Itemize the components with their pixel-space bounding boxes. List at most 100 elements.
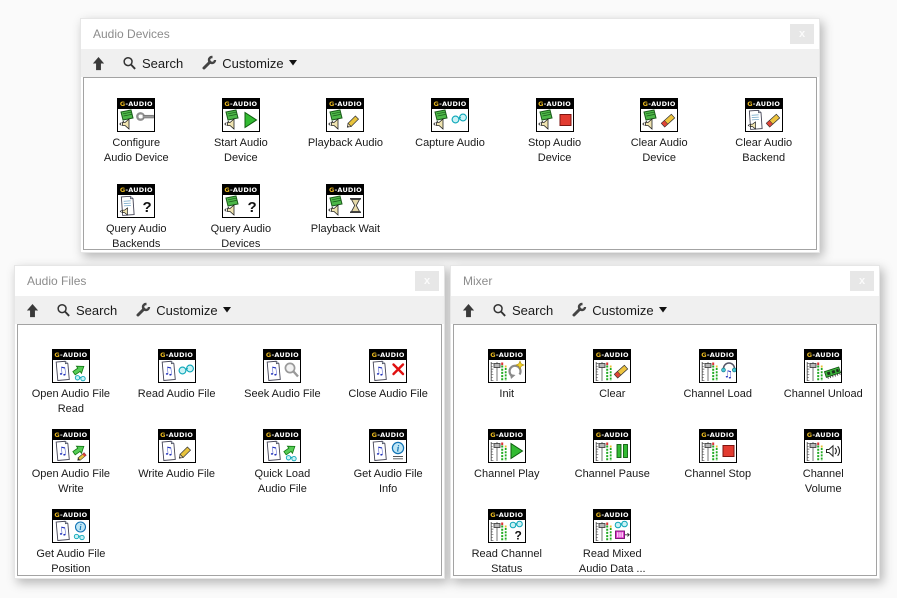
palette-item-get-audio-file-info[interactable]: G-AUDIO♫iGet Audio File Info <box>335 429 441 509</box>
palette-item-configure-audio-device[interactable]: G-AUDIO Configure Audio Device <box>84 98 189 184</box>
up-arrow-icon <box>25 303 40 318</box>
document-eraser-icon: G-AUDIO <box>745 98 783 132</box>
palette-grid: G-AUDIOInitG-AUDIOClearG-AUDIO♫Channel L… <box>454 325 876 576</box>
palette-item-read-channel-status[interactable]: G-AUDIO?Read Channel Status <box>454 509 560 576</box>
palette-item-channel-stop[interactable]: G-AUDIOChannel Stop <box>665 429 771 509</box>
g-audio-banner: G-AUDIO <box>489 430 525 440</box>
palette-item-label: Start Audio Device <box>214 136 268 166</box>
g-audio-banner: G-AUDIO <box>489 510 525 520</box>
file-pencil-icon: G-AUDIO♫ <box>158 429 196 463</box>
wrench-icon <box>571 302 587 318</box>
palette-item-channel-load[interactable]: G-AUDIO♫Channel Load <box>665 349 771 429</box>
palette-item-write-audio-file[interactable]: G-AUDIO♫Write Audio File <box>124 429 230 509</box>
svg-text:?: ? <box>247 199 256 216</box>
svg-text:♫: ♫ <box>374 444 385 458</box>
palette-item-clear[interactable]: G-AUDIOClear <box>560 349 666 429</box>
mixer-ram-icon: G-AUDIO <box>804 349 842 383</box>
close-button[interactable]: x <box>850 271 874 291</box>
mixer-play-icon: G-AUDIO <box>488 429 526 463</box>
file-cross-icon: G-AUDIO♫ <box>369 349 407 383</box>
up-button[interactable] <box>25 303 40 318</box>
palette-item-quick-load-audio-file[interactable]: G-AUDIO♫Quick Load Audio File <box>230 429 336 509</box>
desktop-background: { "icon_banner": "G-AUDIO", "colors": { … <box>0 0 897 598</box>
customize-button[interactable]: Customize <box>201 55 296 71</box>
search-button[interactable]: Search <box>492 303 553 318</box>
wrench-icon <box>201 55 217 71</box>
speaker-wrench-icon: G-AUDIO <box>117 98 155 132</box>
g-audio-banner: G-AUDIO <box>159 430 195 440</box>
palette-window-audio-devices: Audio Devices x Search Customize G-AUDIO… <box>80 18 820 253</box>
g-audio-banner: G-AUDIO <box>118 185 154 195</box>
palette-item-open-audio-file-read[interactable]: G-AUDIO♫Open Audio File Read <box>18 349 124 429</box>
palette-item-playback-wait[interactable]: G-AUDIOPlayback Wait <box>293 184 398 250</box>
customize-button[interactable]: Customize <box>135 302 230 318</box>
up-button[interactable] <box>91 56 106 71</box>
palette-item-clear-audio-device[interactable]: G-AUDIOClear Audio Device <box>607 98 712 184</box>
palette-item-query-audio-backends[interactable]: G-AUDIO? Query Audio Backends <box>84 184 189 250</box>
g-audio-banner: G-AUDIO <box>700 350 736 360</box>
palette-item-playback-audio[interactable]: G-AUDIOPlayback Audio <box>293 98 398 184</box>
palette-item-start-audio-device[interactable]: G-AUDIO Start Audio Device <box>189 98 294 184</box>
g-audio-banner: G-AUDIO <box>264 350 300 360</box>
window-title: Audio Files <box>27 274 415 288</box>
palette-item-capture-audio[interactable]: G-AUDIOCapture Audio <box>398 98 503 184</box>
mixer-volume-icon: G-AUDIO <box>804 429 842 463</box>
palette-item-close-audio-file[interactable]: G-AUDIO♫Close Audio File <box>335 349 441 429</box>
palette-item-get-audio-file-position[interactable]: G-AUDIO♫iGet Audio File Position <box>18 509 124 576</box>
svg-text:?: ? <box>514 529 521 543</box>
svg-text:♫: ♫ <box>268 364 279 378</box>
close-button[interactable]: x <box>415 271 439 291</box>
g-audio-banner: G-AUDIO <box>594 350 630 360</box>
search-button[interactable]: Search <box>122 56 183 71</box>
titlebar[interactable]: Audio Files x <box>15 266 444 296</box>
up-button[interactable] <box>461 303 476 318</box>
magnifier-icon <box>122 56 137 71</box>
window-title: Mixer <box>463 274 850 288</box>
up-arrow-icon <box>91 56 106 71</box>
palette-item-channel-play[interactable]: G-AUDIOChannel Play <box>454 429 560 509</box>
document-question-icon: G-AUDIO? <box>117 184 155 218</box>
titlebar[interactable]: Audio Devices x <box>81 19 819 49</box>
file-arrow-glasses-icon: G-AUDIO♫ <box>263 429 301 463</box>
speaker-question-icon: G-AUDIO? <box>222 184 260 218</box>
search-label: Search <box>142 56 183 71</box>
speaker-play-icon: G-AUDIO <box>222 98 260 132</box>
titlebar[interactable]: Mixer x <box>451 266 879 296</box>
palette-item-label: Seek Audio File <box>244 387 320 402</box>
palette-item-label: Init <box>499 387 514 402</box>
palette-item-open-audio-file-write[interactable]: G-AUDIO♫Open Audio File Write <box>18 429 124 509</box>
g-audio-banner: G-AUDIO <box>159 350 195 360</box>
search-label: Search <box>76 303 117 318</box>
palette-content: G-AUDIO Configure Audio Device G-AUDIO Star… <box>83 77 817 250</box>
customize-button[interactable]: Customize <box>571 302 666 318</box>
g-audio-banner: G-AUDIO <box>327 99 363 109</box>
palette-item-query-audio-devices[interactable]: G-AUDIO?Query Audio Devices <box>189 184 294 250</box>
file-arrow-pencil-icon: G-AUDIO♫ <box>52 429 90 463</box>
palette-item-label: Query Audio Backends <box>106 222 167 250</box>
palette-item-channel-pause[interactable]: G-AUDIOChannel Pause <box>560 429 666 509</box>
palette-item-seek-audio-file[interactable]: G-AUDIO ♫ Seek Audio File <box>230 349 336 429</box>
search-button[interactable]: Search <box>56 303 117 318</box>
palette-item-channel-volume[interactable]: G-AUDIOChannel Volume <box>771 429 877 509</box>
palette-item-label: Configure Audio Device <box>104 136 169 166</box>
palette-item-channel-unload[interactable]: G-AUDIOChannel Unload <box>771 349 877 429</box>
g-audio-banner: G-AUDIO <box>264 430 300 440</box>
palette-item-stop-audio-device[interactable]: G-AUDIOStop Audio Device <box>502 98 607 184</box>
speaker-glasses-icon: G-AUDIO <box>431 98 469 132</box>
palette-item-read-mixed-audio-data[interactable]: G-AUDIORead Mixed Audio Data ... <box>560 509 666 576</box>
svg-text:♫: ♫ <box>57 444 68 458</box>
palette-content: G-AUDIO♫Open Audio File ReadG-AUDIO♫Read… <box>17 324 442 576</box>
palette-item-init[interactable]: G-AUDIOInit <box>454 349 560 429</box>
wrench-icon <box>135 302 151 318</box>
g-audio-banner: G-AUDIO <box>641 99 677 109</box>
g-audio-banner: G-AUDIO <box>805 350 841 360</box>
palette-item-clear-audio-backend[interactable]: G-AUDIOClear Audio Backend <box>711 98 816 184</box>
close-button[interactable]: x <box>790 24 814 44</box>
g-audio-banner: G-AUDIO <box>432 99 468 109</box>
palette-item-read-audio-file[interactable]: G-AUDIO♫Read Audio File <box>124 349 230 429</box>
g-audio-banner: G-AUDIO <box>370 350 406 360</box>
palette-item-label: Stop Audio Device <box>528 136 581 166</box>
mixer-glasses-array-icon: G-AUDIO <box>593 509 631 543</box>
magnifier-icon <box>492 303 507 318</box>
g-audio-banner: G-AUDIO <box>594 430 630 440</box>
